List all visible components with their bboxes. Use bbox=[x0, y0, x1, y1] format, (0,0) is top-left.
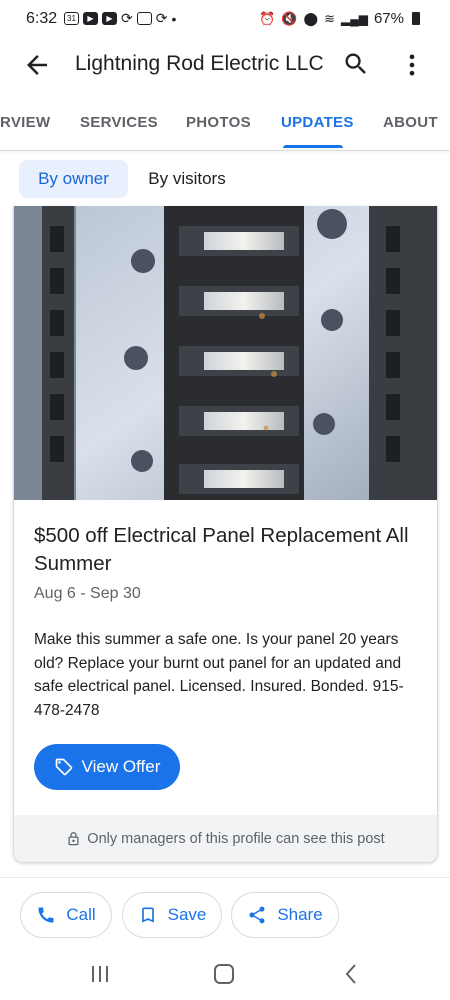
filter-by-visitors-chip[interactable]: By visitors bbox=[133, 160, 241, 198]
visibility-note: Only managers of this profile can see th… bbox=[14, 815, 437, 862]
visibility-note-text: Only managers of this profile can see th… bbox=[87, 830, 385, 847]
save-button[interactable]: Save bbox=[122, 892, 222, 938]
tab-photos[interactable]: PHOTOS bbox=[186, 114, 251, 131]
app-bar: Lightning Rod Electric LLC bbox=[0, 38, 450, 92]
share-icon bbox=[249, 906, 265, 924]
tag-icon bbox=[55, 758, 72, 776]
call-button[interactable]: Call bbox=[20, 892, 112, 938]
post-body: Make this summer a safe one. Is your pan… bbox=[34, 631, 404, 719]
save-label: Save bbox=[167, 905, 207, 924]
divider bbox=[0, 877, 450, 878]
status-time: 6:32 bbox=[26, 10, 58, 27]
view-offer-button[interactable]: View Offer bbox=[34, 744, 180, 790]
lock-icon bbox=[68, 831, 79, 845]
view-offer-label: View Offer bbox=[81, 757, 161, 776]
alarm-icon: ⏰ bbox=[259, 10, 276, 26]
post-card: $500 off Electrical Panel Replacement Al… bbox=[13, 206, 438, 863]
battery-percent: 67% bbox=[373, 10, 404, 27]
calendar-icon: 31 bbox=[64, 12, 79, 25]
status-bar: 6:32 31 ▶ ▶ ⟳ ⟳ • ⏰ 🔇 ⬤ ≋ ▂▄▆ 67% bbox=[0, 0, 450, 38]
bookmark-icon bbox=[141, 907, 154, 923]
post-photo[interactable] bbox=[14, 206, 437, 500]
tab-about[interactable]: ABOUT bbox=[383, 114, 438, 131]
tab-bar: RVIEW SERVICES PHOTOS UPDATES ABOUT bbox=[0, 102, 450, 150]
active-tab-indicator bbox=[283, 145, 343, 148]
share-button[interactable]: Share bbox=[231, 892, 339, 938]
share-label: Share bbox=[277, 905, 323, 924]
search-icon[interactable] bbox=[342, 50, 370, 78]
tab-services[interactable]: SERVICES bbox=[80, 114, 158, 131]
back-arrow-icon[interactable] bbox=[22, 50, 52, 80]
divider bbox=[0, 150, 450, 151]
sync-icon: ⟳ bbox=[121, 10, 133, 26]
location-icon: ⬤ bbox=[303, 10, 319, 26]
more-notifications-icon: • bbox=[171, 10, 177, 27]
post-date-range: Aug 6 - Sep 30 bbox=[34, 585, 141, 602]
tab-updates[interactable]: UPDATES bbox=[281, 114, 354, 131]
page-title: Lightning Rod Electric LLC bbox=[75, 52, 324, 75]
home-icon[interactable] bbox=[214, 964, 234, 984]
call-label: Call bbox=[66, 905, 96, 924]
wifi-icon: ≋ bbox=[324, 10, 335, 26]
youtube-icon: ▶ bbox=[83, 12, 98, 25]
app-notification-icon bbox=[136, 12, 152, 25]
back-chevron-icon[interactable] bbox=[343, 962, 359, 986]
phone-icon bbox=[38, 907, 54, 923]
mute-icon: 🔇 bbox=[281, 10, 298, 26]
recents-icon[interactable] bbox=[90, 964, 110, 984]
battery-icon bbox=[412, 12, 420, 25]
tab-overview[interactable]: RVIEW bbox=[0, 114, 50, 131]
more-vert-icon[interactable] bbox=[398, 50, 426, 80]
signal-icon: ▂▄▆ bbox=[341, 11, 368, 26]
sync-icon: ⟳ bbox=[155, 10, 168, 26]
notification-icons: 31 ▶ ▶ ⟳ ⟳ • bbox=[64, 10, 176, 27]
post-title: $500 off Electrical Panel Replacement Al… bbox=[34, 524, 409, 575]
filter-by-owner-chip[interactable]: By owner bbox=[19, 160, 128, 198]
system-icons: ⏰ 🔇 ⬤ ≋ ▂▄▆ 67% bbox=[259, 10, 420, 27]
youtube-icon: ▶ bbox=[102, 12, 117, 25]
system-nav-bar bbox=[0, 950, 450, 1000]
